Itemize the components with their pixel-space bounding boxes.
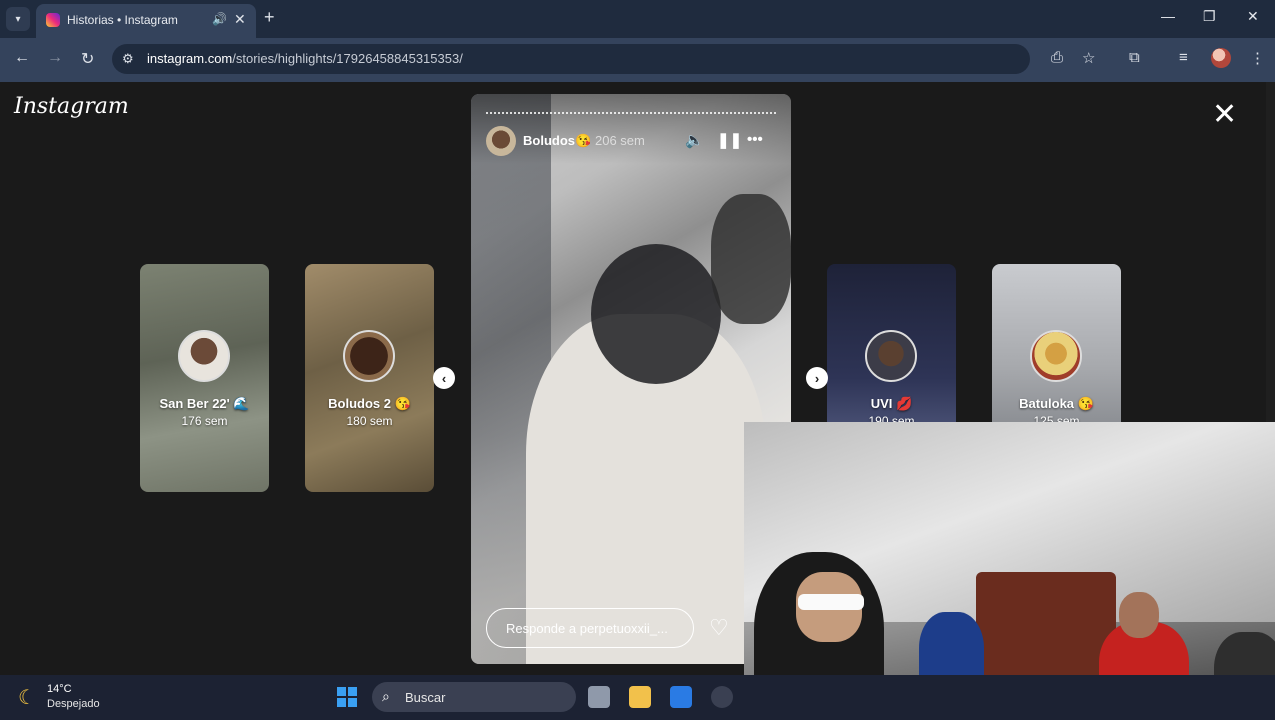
moon-weather-icon[interactable]: ☾ xyxy=(18,685,36,710)
story-card-name: Batuloka 😘 xyxy=(1019,396,1094,411)
speaker-icon[interactable]: 🔊 xyxy=(212,12,227,26)
browser-toolbar: ← → ↻ ⚙ instagram.com/stories/highlights… xyxy=(0,38,1275,82)
webcam-sunglasses xyxy=(798,594,864,610)
story-author-name[interactable]: Boludos😘 xyxy=(523,133,591,149)
more-options-icon[interactable]: ••• xyxy=(747,131,763,148)
story-card-avatar xyxy=(178,330,230,382)
tab-close-icon[interactable]: ✕ xyxy=(234,11,246,28)
minimize-button[interactable]: — xyxy=(1161,8,1175,24)
bookmark-star-icon[interactable]: ☆ xyxy=(1082,49,1095,67)
task-view-icon[interactable] xyxy=(588,686,610,708)
webcam-person xyxy=(1119,592,1159,638)
windows-start-icon[interactable] xyxy=(337,687,357,707)
browser-tab-strip: ▾ Historias • Instagram 🔊 ✕ + — ❐ ✕ xyxy=(0,0,1275,38)
reply-input[interactable]: Responde a perpetuoxxii_... xyxy=(486,608,694,648)
weather-temp[interactable]: 14°C xyxy=(47,683,72,695)
story-card-name: San Ber 22' 🌊 xyxy=(159,396,250,411)
active-story-viewer[interactable]: Boludos😘 206 sem 🔈 ❚❚ ••• Responde a per… xyxy=(471,94,791,664)
media-controls-icon[interactable]: ≡ xyxy=(1179,49,1188,66)
install-app-icon[interactable]: ⎙ xyxy=(1051,49,1063,66)
story-card-name: Boludos 2 😘 xyxy=(328,396,411,411)
window-close-button[interactable]: ✕ xyxy=(1247,8,1259,25)
story-progress-bar xyxy=(486,112,776,114)
reload-icon[interactable]: ↻ xyxy=(81,49,94,69)
weather-desc[interactable]: Despejado xyxy=(47,698,100,710)
story-card-san-ber[interactable]: San Ber 22' 🌊 176 sem xyxy=(140,264,269,492)
search-icon: ⌕ xyxy=(382,688,390,704)
heart-icon[interactable]: ♡ xyxy=(709,615,729,641)
forward-arrow-icon[interactable]: → xyxy=(47,49,63,67)
story-photo-region xyxy=(591,244,721,384)
tab-title: Historias • Instagram xyxy=(67,13,178,27)
previous-story-button[interactable]: ‹ xyxy=(433,367,455,389)
app-grid-icon[interactable] xyxy=(711,686,733,708)
profile-avatar[interactable] xyxy=(1211,48,1231,68)
search-label: Buscar xyxy=(405,690,446,705)
pause-icon[interactable]: ❚❚ xyxy=(717,131,742,149)
story-card-avatar xyxy=(343,330,395,382)
microsoft-store-icon[interactable] xyxy=(670,686,692,708)
next-story-button[interactable]: › xyxy=(806,367,828,389)
extensions-icon[interactable]: ⧉ xyxy=(1129,49,1140,66)
story-author-avatar[interactable] xyxy=(486,126,516,156)
menu-kebab-icon[interactable]: ⋮ xyxy=(1250,49,1265,67)
site-info-icon[interactable]: ⚙ xyxy=(122,51,134,67)
taskbar-search[interactable]: ⌕ Buscar xyxy=(372,682,576,712)
mute-speaker-icon[interactable]: 🔈 xyxy=(685,131,704,149)
restore-button[interactable]: ❐ xyxy=(1203,8,1216,25)
story-card-age: 180 sem xyxy=(346,414,393,428)
file-explorer-icon[interactable] xyxy=(629,686,651,708)
tab-search-button[interactable]: ▾ xyxy=(6,7,30,31)
address-bar[interactable]: ⚙ instagram.com/stories/highlights/17926… xyxy=(112,44,1030,74)
instagram-favicon-icon xyxy=(46,13,60,27)
close-stories-icon[interactable]: ✕ xyxy=(1212,100,1237,130)
instagram-logo[interactable]: Instagram xyxy=(14,94,129,119)
back-arrow-icon[interactable]: ← xyxy=(14,49,30,67)
url-text[interactable]: instagram.com/stories/highlights/1792645… xyxy=(147,51,463,66)
story-card-avatar xyxy=(865,330,917,382)
story-card-name: UVI 💋 xyxy=(870,396,913,411)
story-age: 206 sem xyxy=(595,133,645,148)
tab-historias[interactable]: Historias • Instagram 🔊 ✕ xyxy=(36,4,256,38)
story-card-boludos-2[interactable]: Boludos 2 😘 180 sem xyxy=(305,264,434,492)
new-tab-button[interactable]: + xyxy=(264,7,275,28)
story-photo-region xyxy=(711,194,791,324)
windows-taskbar: ☾ 14°C Despejado ⌕ Buscar xyxy=(0,675,1275,720)
story-card-age: 176 sem xyxy=(181,414,228,428)
story-card-avatar xyxy=(1030,330,1082,382)
story-header-overlay xyxy=(471,94,791,164)
reply-placeholder: Responde a perpetuoxxii_... xyxy=(506,621,668,636)
